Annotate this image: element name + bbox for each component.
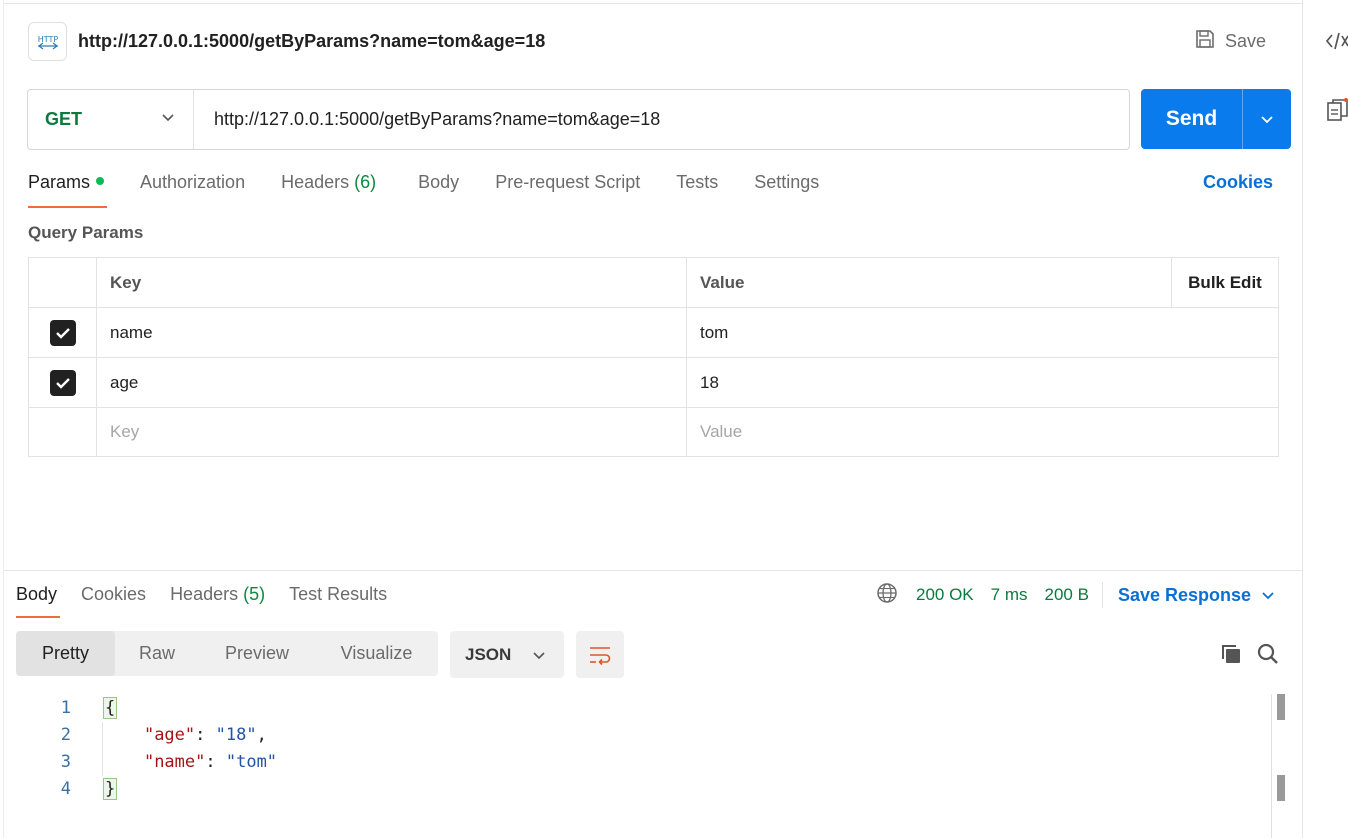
response-tab-cookies[interactable]: Cookies	[81, 584, 146, 605]
wrap-lines-button[interactable]	[576, 631, 624, 678]
scrollbar-marker	[1277, 694, 1285, 720]
param-checkbox[interactable]	[49, 319, 76, 346]
code-line: 1 {	[4, 694, 1272, 721]
format-label: JSON	[465, 644, 512, 664]
active-response-tab-indicator	[16, 616, 60, 618]
url-bar: GET	[27, 89, 1130, 150]
response-size[interactable]: 200 B	[1045, 585, 1089, 605]
checkmark-icon	[55, 377, 70, 389]
line-number: 3	[60, 751, 71, 772]
value-column-header: Value	[700, 272, 745, 292]
query-params-title: Query Params	[28, 223, 144, 242]
view-raw[interactable]: Raw	[115, 631, 199, 676]
view-preview[interactable]: Preview	[199, 631, 315, 676]
request-title[interactable]: http://127.0.0.1:5000/getByParams?name=t…	[78, 31, 545, 52]
cookies-link[interactable]: Cookies	[1203, 172, 1273, 193]
indent-guide	[102, 722, 103, 776]
code-line: 3 "name": "tom"	[4, 748, 1272, 775]
json-open-brace: {	[103, 696, 118, 719]
key-column-header: Key	[97, 258, 687, 307]
active-tab-indicator	[28, 206, 107, 208]
globe-icon[interactable]	[876, 582, 898, 609]
line-number: 2	[60, 724, 71, 745]
tab-settings[interactable]: Settings	[754, 172, 819, 202]
response-tab-headers[interactable]: Headers (5)	[170, 584, 265, 605]
params-active-dot	[96, 177, 105, 186]
method-label: GET	[45, 109, 83, 129]
chevron-down-icon	[1262, 592, 1274, 600]
chevron-down-icon	[1261, 116, 1273, 124]
view-visualize[interactable]: Visualize	[315, 631, 438, 676]
send-button[interactable]: Send	[1141, 89, 1291, 149]
top-border	[4, 0, 1302, 4]
query-params-table: Key Value Bulk Edit name tom age 18 Key …	[28, 257, 1279, 457]
new-value-input[interactable]: Value	[687, 408, 1278, 456]
response-tab-body[interactable]: Body	[16, 584, 57, 605]
bulk-edit-button[interactable]: Bulk Edit	[1171, 258, 1278, 307]
tab-body[interactable]: Body	[418, 172, 459, 202]
param-checkbox[interactable]	[49, 369, 76, 396]
new-key-input[interactable]: Key	[97, 408, 687, 456]
tab-headers[interactable]: Headers (6)	[281, 172, 376, 202]
chevron-down-icon	[533, 651, 545, 659]
tab-authorization[interactable]: Authorization	[140, 172, 245, 202]
save-icon	[1194, 28, 1216, 55]
param-value-cell[interactable]: tom	[687, 308, 1278, 357]
copy-icon[interactable]	[1219, 642, 1243, 671]
chevron-down-icon	[161, 110, 175, 129]
response-view-switcher: Pretty Raw Preview Visualize	[16, 631, 438, 676]
send-options-button[interactable]	[1242, 89, 1291, 149]
json-key: "age"	[143, 724, 196, 745]
checkbox-column-header	[29, 258, 97, 307]
checkmark-icon	[55, 327, 70, 339]
json-close-brace: }	[103, 777, 118, 800]
tab-pre-request-script[interactable]: Pre-request Script	[495, 172, 640, 202]
save-label: Save	[1225, 30, 1267, 51]
http-request-icon: HTTP	[28, 22, 67, 61]
response-tab-test-results[interactable]: Test Results	[289, 584, 387, 605]
save-button[interactable]: Save	[1186, 22, 1274, 60]
method-select[interactable]: GET	[28, 90, 194, 149]
code-snippet-icon[interactable]	[1325, 30, 1348, 57]
table-row: name tom	[29, 308, 1278, 358]
tab-params[interactable]: Params	[28, 172, 105, 202]
view-pretty[interactable]: Pretty	[16, 631, 115, 676]
format-select[interactable]: JSON	[450, 631, 564, 678]
response-meta: 200 OK 7 ms 200 B Save Response	[876, 582, 1275, 608]
json-value: "18"	[215, 724, 257, 745]
param-key-cell[interactable]: age	[97, 358, 687, 407]
table-row-empty: Key Value	[29, 408, 1278, 456]
scrollbar-marker	[1277, 775, 1285, 801]
status-code[interactable]: 200 OK	[916, 585, 974, 605]
table-row: age 18	[29, 358, 1278, 408]
search-icon[interactable]	[1256, 642, 1280, 671]
save-response-button[interactable]: Save Response	[1118, 585, 1275, 606]
request-tabs: Params Authorization Headers (6) Body Pr…	[28, 172, 855, 202]
table-header-row: Key Value Bulk Edit	[29, 258, 1278, 308]
param-key-cell[interactable]: name	[97, 308, 687, 357]
code-line: 4 }	[4, 775, 1272, 802]
json-value: "tom"	[225, 751, 278, 772]
param-value-cell[interactable]: 18	[687, 358, 1278, 407]
response-headers-count: (5)	[243, 584, 266, 604]
svg-text:HTTP: HTTP	[37, 35, 58, 44]
tab-tests[interactable]: Tests	[676, 172, 718, 202]
url-input[interactable]	[194, 90, 1129, 149]
response-body-editor[interactable]: 1 { 2 "age": "18", 3 "name": "tom" 4 }	[4, 694, 1272, 838]
code-line: 2 "age": "18",	[4, 721, 1272, 748]
line-number: 4	[60, 778, 71, 799]
headers-count: (6)	[354, 172, 377, 192]
divider	[1101, 582, 1103, 608]
documentation-icon[interactable]	[1327, 98, 1348, 129]
editor-scrollbar[interactable]	[1271, 694, 1272, 838]
response-tabs: Body Cookies Headers (5) Test Results	[16, 584, 411, 605]
line-number: 1	[60, 697, 71, 718]
response-divider[interactable]	[4, 570, 1302, 571]
wrap-lines-icon	[590, 646, 611, 665]
send-label: Send	[1165, 107, 1218, 130]
json-key: "name"	[143, 751, 206, 772]
response-time[interactable]: 7 ms	[991, 585, 1028, 605]
